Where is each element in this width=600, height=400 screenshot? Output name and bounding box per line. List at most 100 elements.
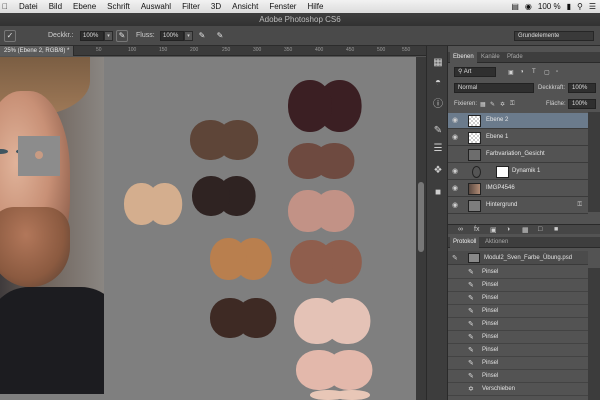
filter-adjust-icon[interactable]: ◑ (520, 69, 524, 75)
menu-ebene[interactable]: Ebene (73, 2, 96, 11)
layer-style-icon[interactable]: fx (474, 226, 479, 233)
list-icon[interactable]: ☰ (589, 2, 596, 11)
layer-row[interactable]: ◉ Hintergrund ⚿ (448, 198, 588, 214)
history-step-label: Pinsel (482, 360, 499, 366)
menu-ansicht[interactable]: Ansicht (232, 2, 258, 11)
blend-mode-select[interactable]: Normal (454, 83, 534, 93)
menu-hilfe[interactable]: Hilfe (307, 2, 323, 11)
wifi-icon[interactable]: ◉ (525, 2, 532, 11)
brush-tool-icon[interactable]: ✓ (4, 30, 16, 42)
history-step[interactable]: ✎ Pinsel (448, 357, 588, 370)
history-step[interactable]: ✎ Pinsel (448, 331, 588, 344)
layers-panel-tabs: Ebenen Kanäle Pfade (448, 52, 600, 63)
info-icon[interactable]: ⓘ (431, 98, 445, 112)
apple-icon[interactable]:  (2, 2, 8, 11)
pressure-size-icon[interactable]: ✎ (214, 30, 226, 42)
airbrush-icon[interactable]: ✎ (196, 30, 208, 42)
history-step[interactable]: ✎ Pinsel (448, 370, 588, 383)
visibility-eye-icon[interactable]: ◉ (452, 202, 459, 209)
menu-fenster[interactable]: Fenster (269, 2, 296, 11)
menu-auswahl[interactable]: Auswahl (141, 2, 171, 11)
layer-mask-thumbnail (496, 166, 509, 178)
paint-swatch (294, 298, 340, 344)
tab-aktionen[interactable]: Aktionen (482, 237, 511, 248)
adjustments-icon[interactable]: ◓ (431, 76, 445, 90)
swatches-icon[interactable]: ▦ (431, 56, 445, 70)
layer-thumbnail (468, 115, 481, 127)
link-layers-icon[interactable]: ∞ (458, 226, 463, 233)
layer-fill-field[interactable]: 100% (568, 99, 596, 109)
new-adjustment-icon[interactable]: ◑ (506, 226, 510, 233)
filter-smart-icon[interactable]: ▫ (556, 69, 558, 75)
filter-type-icon[interactable]: T (532, 69, 536, 75)
search-icon[interactable]: ⚲ (577, 2, 583, 11)
visibility-eye-icon[interactable]: ◉ (452, 134, 459, 141)
lock-pixels-icon[interactable]: ▦ (480, 101, 486, 108)
history-step[interactable]: ✎ Pinsel (448, 292, 588, 305)
workspace-select[interactable]: Grundelemente (514, 31, 594, 41)
lock-all-icon[interactable]: ⚿ (510, 101, 515, 108)
layer-row[interactable]: Farbvariation_Gesicht (448, 147, 588, 163)
tab-pfade[interactable]: Pfade (504, 52, 526, 63)
brush-presets-icon[interactable]: ☰ (431, 142, 445, 156)
history-step-label: Verschieben (482, 386, 516, 392)
opacity-field[interactable]: 100% (80, 31, 104, 41)
visibility-eye-icon[interactable]: ◉ (452, 185, 459, 192)
visibility-eye-icon[interactable]: ◉ (452, 117, 459, 124)
pressure-opacity-icon[interactable]: ✎ (116, 30, 128, 42)
layer-filter-select[interactable]: ⚲ Art (454, 67, 496, 77)
new-layer-icon[interactable]: □ (538, 226, 542, 233)
tab-protokoll[interactable]: Protokoll (450, 237, 480, 248)
battery-icon[interactable]: ▮ (567, 2, 571, 11)
filter-image-icon[interactable]: ▣ (508, 69, 514, 76)
layer-row[interactable]: ◉ IMGP4546 (448, 181, 588, 197)
menubar-status: ▤ ◉ 100 % ▮ ⚲ ☰ (511, 0, 596, 13)
menu-bild[interactable]: Bild (49, 2, 62, 11)
menu-extra-icon[interactable]: ▤ (511, 2, 519, 11)
document-tab[interactable]: 25% (Ebene 2, RGB/8) * (0, 46, 75, 56)
lock-move-icon[interactable]: ✡ (500, 101, 505, 108)
history-step[interactable]: ✎ Pinsel (448, 266, 588, 279)
history-brush-source-icon[interactable]: ✎ (452, 254, 458, 262)
history-step[interactable]: ✎ Pinsel (448, 305, 588, 318)
menu-datei[interactable]: Datei (19, 2, 38, 11)
tab-kanaele[interactable]: Kanäle (478, 52, 503, 63)
menu-schrift[interactable]: Schrift (107, 2, 130, 11)
flow-field[interactable]: 100% (160, 31, 184, 41)
layers-footer: ∞ fx ▣ ◑ ▦ □ ■ (448, 224, 600, 234)
visibility-eye-icon[interactable]: ◉ (452, 168, 459, 175)
menu-filter[interactable]: Filter (182, 2, 200, 11)
new-group-icon[interactable]: ▦ (522, 226, 529, 234)
opacity-dropdown[interactable]: ▾ (104, 31, 113, 41)
menu-3d[interactable]: 3D (211, 2, 221, 11)
layer-row[interactable]: ◉ Ebene 1 (448, 130, 588, 146)
history-step[interactable]: ✎ Pinsel (448, 344, 588, 357)
window-title: Adobe Photoshop CS6 (0, 13, 600, 26)
layers-panel: Ebenen Kanäle Pfade ⚲ Art ▣ ◑ T ▢ ▫ Norm… (448, 46, 600, 400)
paint-swatch (192, 176, 231, 216)
layer-thumbnail (468, 132, 481, 144)
layers-scrollbar[interactable] (588, 112, 600, 212)
tab-ebenen[interactable]: Ebenen (450, 52, 477, 63)
visibility-eye-icon[interactable] (452, 151, 459, 158)
canvas-scroll-thumb[interactable] (418, 182, 424, 252)
history-step[interactable]: ✡ Verschieben (448, 383, 588, 396)
delete-layer-icon[interactable]: ■ (554, 226, 558, 233)
layer-opacity-field[interactable]: 100% (568, 83, 596, 93)
layer-row[interactable]: ◉ Dynamik 1 (448, 164, 588, 180)
add-mask-icon[interactable]: ▣ (490, 226, 497, 234)
flow-dropdown[interactable]: ▾ (184, 31, 193, 41)
filter-shape-icon[interactable]: ▢ (544, 69, 550, 76)
character-icon[interactable]: ■ (431, 186, 445, 200)
snapshot-thumbnail (468, 253, 480, 263)
tool-presets-icon[interactable]: ❖ (431, 164, 445, 178)
history-scrollbar[interactable] (588, 268, 600, 400)
history-step[interactable]: ✎ Pinsel (448, 279, 588, 292)
history-step[interactable]: ✎ Pinsel (448, 318, 588, 331)
history-snapshot[interactable]: ✎ Modul2_Sven_Farbe_Übung.psd (448, 251, 588, 265)
move-icon: ✡ (468, 386, 474, 393)
brushes-icon[interactable]: ✎ (431, 124, 445, 138)
lock-paint-icon[interactable]: ✎ (490, 101, 495, 108)
canvas-scrollbar[interactable] (416, 57, 426, 400)
layer-row[interactable]: ◉ Ebene 2 (448, 113, 588, 129)
